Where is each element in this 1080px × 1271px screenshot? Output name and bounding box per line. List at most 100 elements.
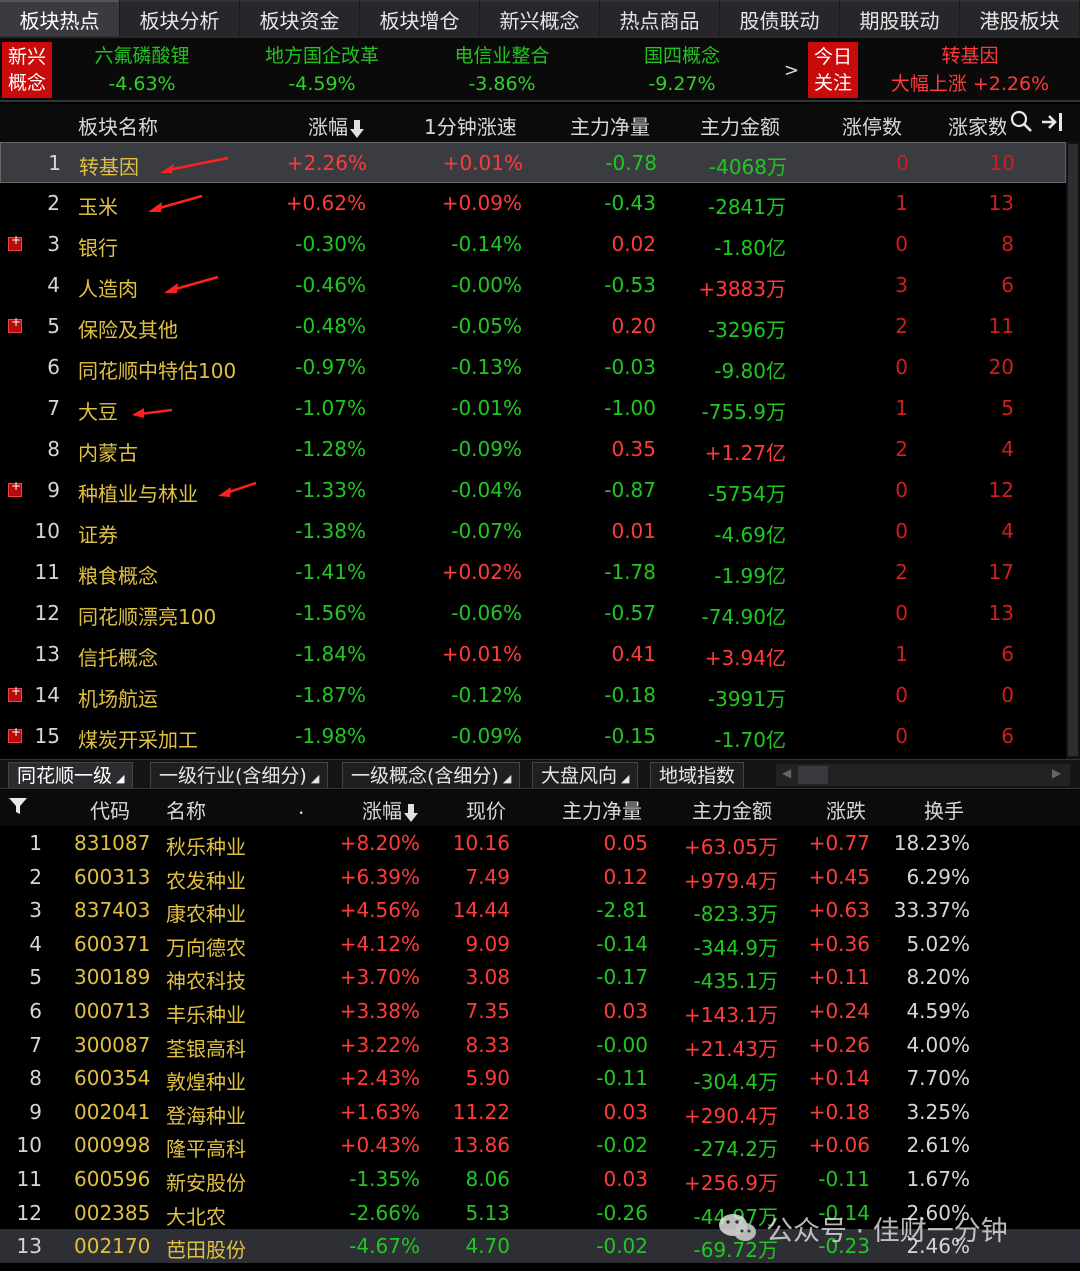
- stock-name: 登海种业: [166, 1103, 246, 1128]
- row-index: 14: [34, 683, 60, 707]
- scrollbar-thumb[interactable]: [1068, 144, 1078, 756]
- scrollbar-thumb[interactable]: [798, 766, 828, 784]
- table-row[interactable]: 9 种植业与林业 -1.33% -0.04% -0.87 -5754万 0 12: [0, 470, 1066, 511]
- tab-concept-level1[interactable]: 一级概念(含细分) ◢: [342, 762, 521, 788]
- table-row[interactable]: 3 837403 康农种业 +4.56% 14.44 -2.81 -823.3万 +0.63 3…: [0, 893, 1080, 927]
- row-index: 15: [34, 724, 60, 748]
- table-row[interactable]: 15 煤炭开采加工 -1.98% -0.09% -0.15 -1.70亿 0 6: [0, 716, 1066, 757]
- table-row[interactable]: 12 同花顺漂亮100 -1.56% -0.06% -0.57 -74.90亿 0 13: [0, 593, 1066, 634]
- wechat-icon: [719, 1214, 756, 1241]
- diff-value: +0.14: [808, 1066, 870, 1091]
- col-sector-name[interactable]: 板块名称: [78, 111, 158, 140]
- table-row[interactable]: 2 600313 农发种业 +6.39% 7.49 0.12 +979.4万 +0.45 6.2…: [0, 860, 1080, 894]
- col-turnover[interactable]: 换手: [924, 795, 964, 824]
- amount-value: -344.9万: [693, 935, 778, 960]
- row-index: 1: [29, 831, 42, 855]
- table-row[interactable]: 1 831087 秋乐种业 +8.20% 10.16 0.05 +63.05万 +0.77 18…: [0, 826, 1080, 860]
- amount-value: -304.4万: [693, 1070, 778, 1095]
- col-net-volume[interactable]: 主力净量: [562, 795, 642, 824]
- speed-value: -0.00%: [451, 273, 522, 297]
- limit-up-value: 1: [895, 396, 908, 420]
- col-amount[interactable]: 主力金额: [692, 795, 772, 824]
- col-price[interactable]: 现价: [466, 795, 506, 824]
- net-volume-value: -0.02: [596, 1234, 648, 1259]
- table-row[interactable]: 10 证券 -1.38% -0.07% 0.01 -4.69亿 0 4: [0, 511, 1066, 552]
- table-row[interactable]: 14 机场航运 -1.87% -0.12% -0.18 -3991万 0 0: [0, 675, 1066, 716]
- tab-7[interactable]: 股债联动: [720, 0, 839, 36]
- tab-1[interactable]: 板块热点: [0, 0, 119, 36]
- today-focus-item[interactable]: 转基因 大幅上涨 +2.26%: [870, 42, 1070, 98]
- amount-value: -435.1万: [693, 969, 778, 994]
- table-row[interactable]: 8 600354 敦煌种业 +2.43% 5.90 -0.11 -304.4万 +0.14 7.…: [0, 1061, 1080, 1095]
- speed-value: +0.01%: [441, 642, 522, 666]
- tab-market-direction[interactable]: 大盘风向 ◢: [532, 762, 639, 788]
- table-row[interactable]: 8 内蒙古 -1.28% -0.09% 0.35 +1.27亿 2 4: [0, 429, 1066, 470]
- col-name[interactable]: 名称: [166, 795, 206, 824]
- speed-value: +0.01%: [442, 151, 523, 175]
- col-limit-up[interactable]: 涨停数: [842, 111, 902, 140]
- ticker-item[interactable]: 地方国企改革 -4.59%: [232, 42, 412, 98]
- table-row[interactable]: 4 600371 万向德农 +4.12% 9.09 -0.14 -344.9万 +0.36 5.…: [0, 927, 1080, 961]
- tab-3[interactable]: 板块资金: [240, 0, 359, 36]
- tab-ths-level1[interactable]: 同花顺一级 ◢: [8, 762, 134, 788]
- sector-table-header: 板块名称 涨幅 1分钟涨速 主力净量 主力金额 涨停数 涨家数: [0, 104, 1080, 142]
- col-diff[interactable]: 涨跌: [826, 795, 866, 824]
- tab-8[interactable]: 期股联动: [840, 0, 959, 36]
- search-icon[interactable]: [1010, 110, 1032, 132]
- table-row[interactable]: 6 000713 丰乐种业 +3.38% 7.35 0.03 +143.1万 +0.24 4.5…: [0, 994, 1080, 1028]
- rise-count-value: 4: [1001, 437, 1014, 461]
- sector-name: 种植业与林业: [78, 482, 198, 506]
- table-row[interactable]: 9 002041 登海种业 +1.63% 11.22 0.03 +290.4万 +0.18 3.…: [0, 1095, 1080, 1129]
- arrow-down-icon: [350, 119, 364, 138]
- net-volume-value: -2.81: [596, 898, 648, 923]
- col-net-volume[interactable]: 主力净量: [570, 111, 650, 140]
- net-volume-value: 0.03: [603, 1166, 648, 1191]
- collapse-right-icon[interactable]: [1040, 112, 1064, 132]
- new-concept-badge[interactable]: 新兴 概念: [2, 42, 52, 98]
- tab-4[interactable]: 板块增仓: [360, 0, 479, 36]
- table-row[interactable]: 13 信托概念 -1.84% +0.01% 0.41 +3.94亿 1 6: [0, 634, 1066, 675]
- stock-code: 600371: [74, 931, 151, 956]
- sector-table-scrollbar[interactable]: [1066, 142, 1080, 759]
- col-code[interactable]: 代码: [90, 795, 130, 824]
- amount-value: -2841万: [707, 195, 786, 219]
- col-amount[interactable]: 主力金额: [700, 111, 780, 140]
- stock-code: 000998: [74, 1133, 151, 1158]
- tab-6[interactable]: 热点商品: [600, 0, 719, 36]
- table-row[interactable]: 5 保险及其他 -0.48% -0.05% 0.20 -3296万 2 11: [0, 306, 1066, 347]
- table-row[interactable]: 11 粮食概念 -1.41% +0.02% -1.78 -1.99亿 2 17: [0, 552, 1066, 593]
- horizontal-scrollbar[interactable]: ◀ ▶: [776, 764, 1070, 786]
- row-index: 9: [47, 478, 60, 502]
- tab-5[interactable]: 新兴概念: [480, 0, 599, 36]
- table-row[interactable]: 3 银行 -0.30% -0.14% 0.02 -1.80亿 0 8: [0, 224, 1066, 265]
- col-speed[interactable]: 1分钟涨速: [424, 111, 517, 140]
- table-row[interactable]: 5 300189 神农科技 +3.70% 3.08 -0.17 -435.1万 +0.11 8.…: [0, 960, 1080, 994]
- table-row[interactable]: 4 人造肉 -0.46% -0.00% -0.53 +3883万 3 6: [0, 265, 1066, 306]
- ticker-item[interactable]: 电信业整合 -3.86%: [412, 42, 592, 98]
- scroll-left-icon[interactable]: ◀: [782, 766, 791, 780]
- ticker-item[interactable]: 六氟磷酸锂 -4.63%: [52, 42, 232, 98]
- stock-name: 丰乐种业: [166, 1002, 246, 1027]
- scroll-right-icon[interactable]: ▶: [1052, 766, 1061, 780]
- tab-9[interactable]: 港股板块: [960, 0, 1079, 36]
- speed-value: +0.09%: [441, 191, 522, 215]
- amount-value: -823.3万: [693, 902, 778, 927]
- col-rise-count[interactable]: 涨家数: [948, 111, 1006, 140]
- table-row[interactable]: 11 600596 新安股份 -1.35% 8.06 0.03 +256.9万 -0.11 1.…: [0, 1162, 1080, 1196]
- table-row[interactable]: 7 300087 荃银高科 +3.22% 8.33 -0.00 +21.43万 +0.26 4.…: [0, 1028, 1080, 1062]
- tab-industry-level1[interactable]: 一级行业(含细分) ◢: [150, 762, 329, 788]
- net-volume-value: 0.12: [603, 864, 648, 889]
- ticker-next-arrow[interactable]: >: [784, 60, 799, 81]
- ticker-item[interactable]: 国四概念 -9.27%: [592, 42, 772, 98]
- filter-icon[interactable]: [8, 796, 28, 816]
- table-row[interactable]: 10 000998 隆平高科 +0.43% 13.86 -0.02 -274.2万 +0.06…: [0, 1128, 1080, 1162]
- stock-code: 002385: [74, 1200, 151, 1225]
- limit-up-value: 3: [895, 273, 908, 297]
- col-dot[interactable]: .: [298, 795, 304, 819]
- table-row[interactable]: 6 同花顺中特估100 -0.97% -0.13% -0.03 -9.80亿 0 20: [0, 347, 1066, 388]
- col-change[interactable]: 涨幅: [362, 795, 418, 824]
- col-change[interactable]: 涨幅: [308, 111, 364, 140]
- today-focus-badge[interactable]: 今日 关注: [808, 42, 858, 98]
- tab-regional-index[interactable]: 地域指数: [650, 762, 745, 788]
- tab-2[interactable]: 板块分析: [120, 0, 239, 36]
